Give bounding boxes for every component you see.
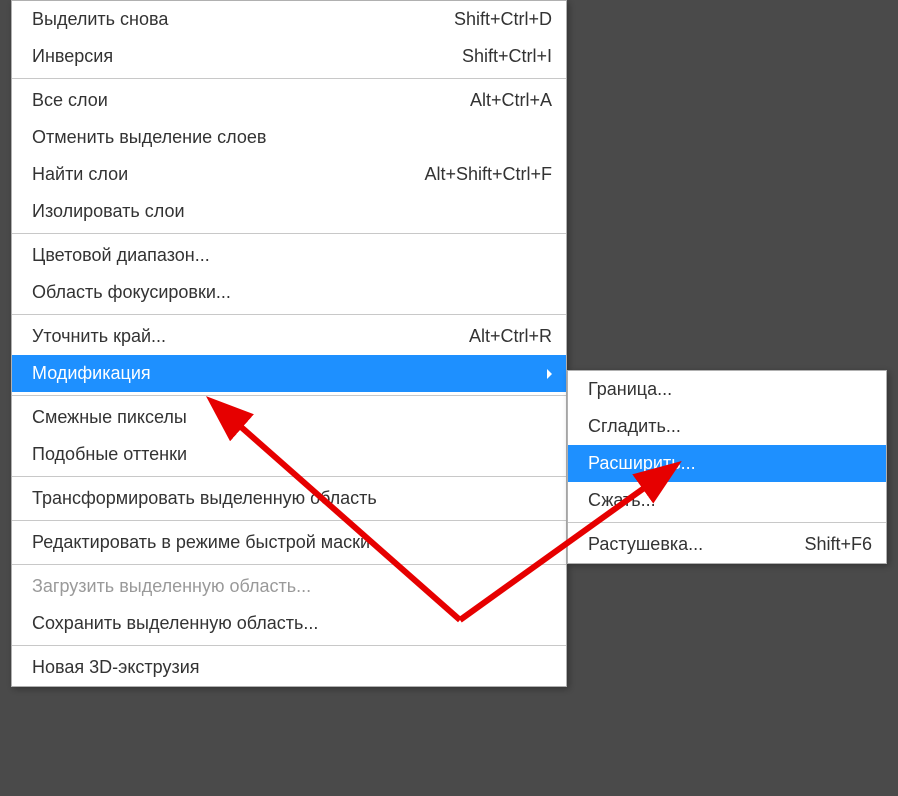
menu-shortcut: Shift+Ctrl+I: [462, 46, 552, 67]
menu-shortcut: Alt+Ctrl+R: [469, 326, 552, 347]
menu-item-grow[interactable]: Смежные пикселы: [12, 399, 566, 436]
menu-item-modify[interactable]: Модификация: [12, 355, 566, 392]
menu-label: Растушевка...: [588, 534, 784, 555]
menu-item-refine-edge[interactable]: Уточнить край... Alt+Ctrl+R: [12, 318, 566, 355]
menu-label: Сохранить выделенную область...: [32, 613, 552, 634]
menu-item-similar[interactable]: Подобные оттенки: [12, 436, 566, 473]
menu-item-save-selection[interactable]: Сохранить выделенную область...: [12, 605, 566, 642]
submenu-item-border[interactable]: Граница...: [568, 371, 886, 408]
menu-item-isolate-layers[interactable]: Изолировать слои: [12, 193, 566, 230]
menu-label: Выделить снова: [32, 9, 434, 30]
menu-separator: [12, 233, 566, 234]
menu-shortcut: Alt+Shift+Ctrl+F: [424, 164, 552, 185]
menu-label: Сжать...: [588, 490, 872, 511]
menu-shortcut: Shift+Ctrl+D: [454, 9, 552, 30]
modify-submenu: Граница... Сгладить... Расширить... Сжат…: [567, 370, 887, 564]
menu-label: Найти слои: [32, 164, 404, 185]
menu-separator: [12, 314, 566, 315]
menu-label: Область фокусировки...: [32, 282, 552, 303]
menu-label: Граница...: [588, 379, 872, 400]
menu-item-quick-mask[interactable]: Редактировать в режиме быстрой маски: [12, 524, 566, 561]
menu-separator: [12, 78, 566, 79]
menu-label: Все слои: [32, 90, 450, 111]
submenu-item-smooth[interactable]: Сгладить...: [568, 408, 886, 445]
menu-item-reselect[interactable]: Выделить снова Shift+Ctrl+D: [12, 1, 566, 38]
selection-menu: Выделить снова Shift+Ctrl+D Инверсия Shi…: [11, 0, 567, 687]
menu-item-deselect-layers[interactable]: Отменить выделение слоев: [12, 119, 566, 156]
menu-label: Отменить выделение слоев: [32, 127, 552, 148]
menu-separator: [12, 476, 566, 477]
menu-label: Редактировать в режиме быстрой маски: [32, 532, 552, 553]
menu-label: Уточнить край...: [32, 326, 449, 347]
menu-label: Новая 3D-экструзия: [32, 657, 552, 678]
menu-item-color-range[interactable]: Цветовой диапазон...: [12, 237, 566, 274]
menu-label: Загрузить выделенную область...: [32, 576, 552, 597]
menu-label: Цветовой диапазон...: [32, 245, 552, 266]
menu-item-transform-selection[interactable]: Трансформировать выделенную область: [12, 480, 566, 517]
menu-shortcut: Alt+Ctrl+A: [470, 90, 552, 111]
menu-label: Расширить...: [588, 453, 872, 474]
menu-separator: [568, 522, 886, 523]
submenu-arrow-icon: [547, 369, 552, 379]
menu-label: Сгладить...: [588, 416, 872, 437]
menu-separator: [12, 520, 566, 521]
menu-label: Изолировать слои: [32, 201, 552, 222]
menu-label: Трансформировать выделенную область: [32, 488, 552, 509]
menu-item-new-3d-extrusion[interactable]: Новая 3D-экструзия: [12, 649, 566, 686]
submenu-item-contract[interactable]: Сжать...: [568, 482, 886, 519]
menu-separator: [12, 645, 566, 646]
menu-label: Инверсия: [32, 46, 442, 67]
menu-item-focus-area[interactable]: Область фокусировки...: [12, 274, 566, 311]
menu-label: Подобные оттенки: [32, 444, 552, 465]
menu-item-find-layers[interactable]: Найти слои Alt+Shift+Ctrl+F: [12, 156, 566, 193]
menu-item-load-selection[interactable]: Загрузить выделенную область...: [12, 568, 566, 605]
menu-item-all-layers[interactable]: Все слои Alt+Ctrl+A: [12, 82, 566, 119]
submenu-item-expand[interactable]: Расширить...: [568, 445, 886, 482]
menu-item-inverse[interactable]: Инверсия Shift+Ctrl+I: [12, 38, 566, 75]
menu-label: Модификация: [32, 363, 539, 384]
menu-separator: [12, 564, 566, 565]
menu-label: Смежные пикселы: [32, 407, 552, 428]
menu-shortcut: Shift+F6: [804, 534, 872, 555]
submenu-item-feather[interactable]: Растушевка... Shift+F6: [568, 526, 886, 563]
menu-separator: [12, 395, 566, 396]
